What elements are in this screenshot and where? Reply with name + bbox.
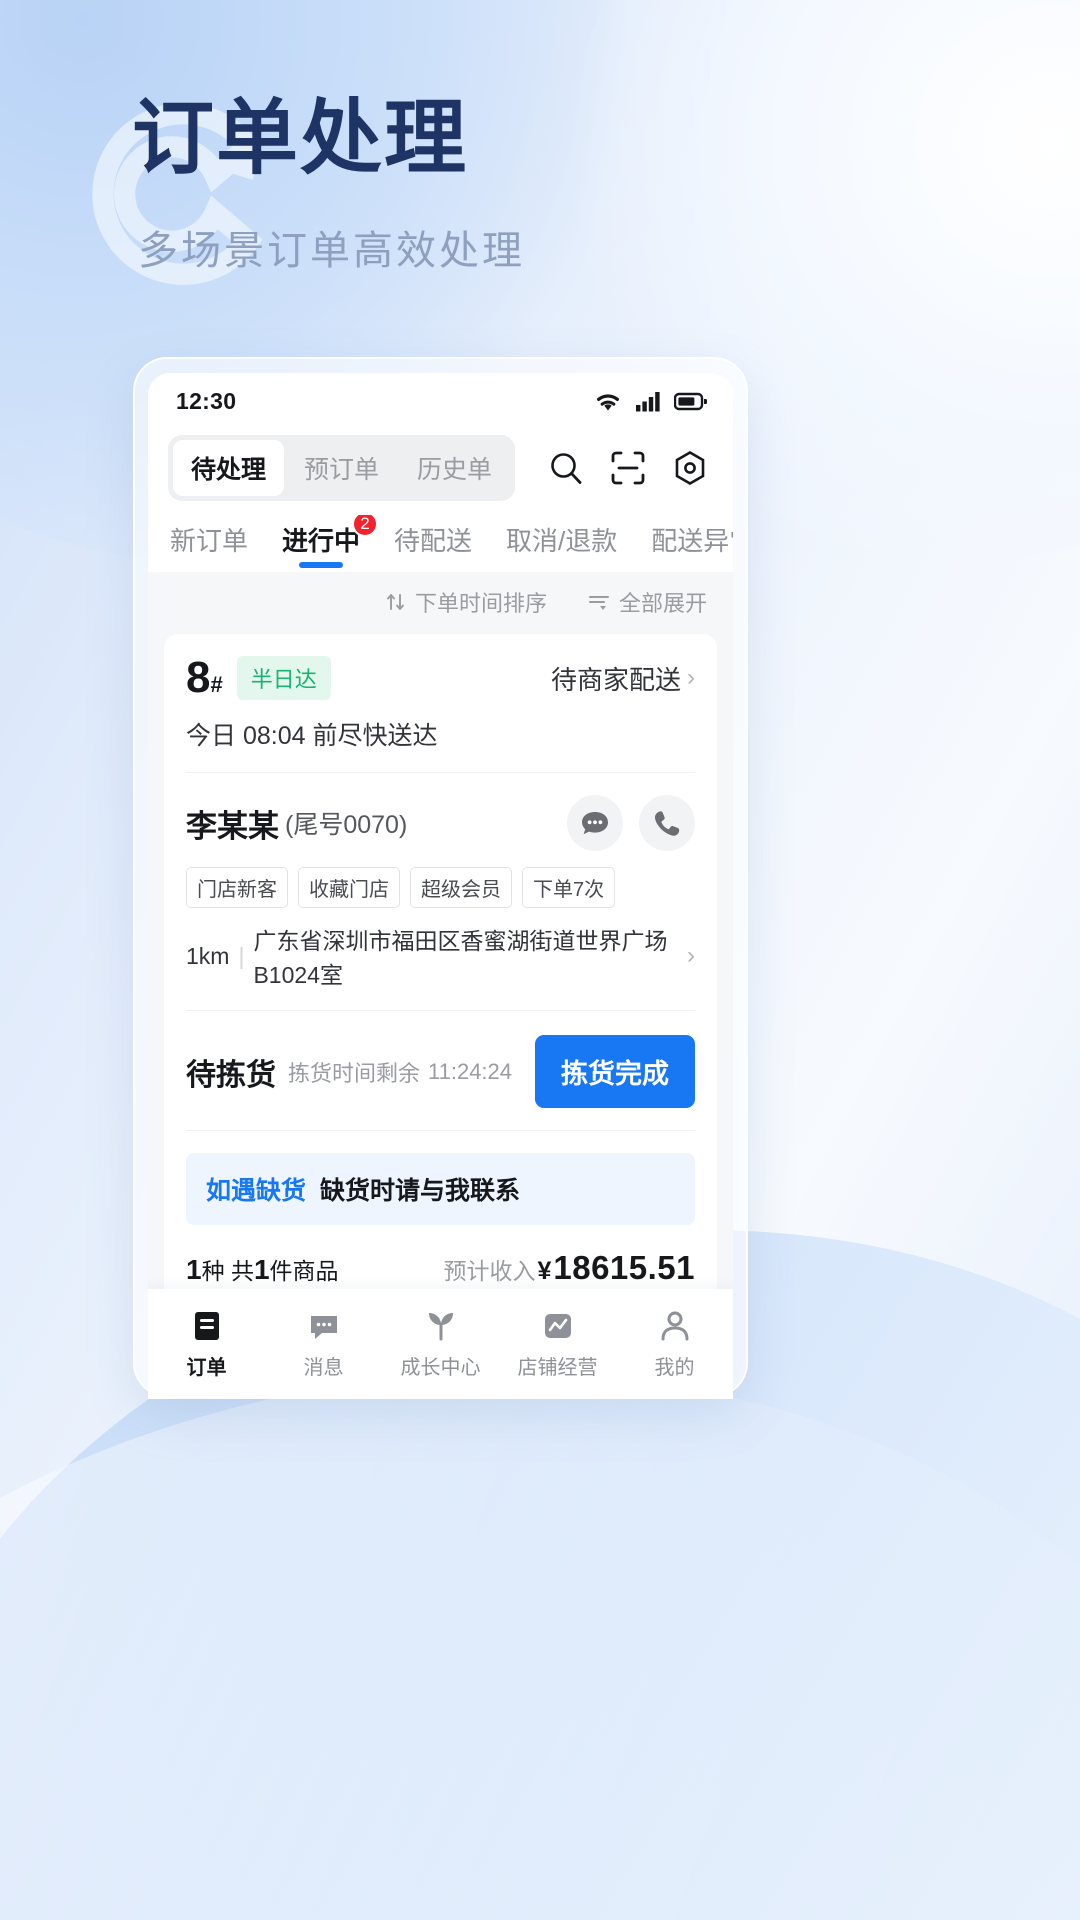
order-note-key: 如遇缺货	[206, 1177, 307, 1205]
segment-item-history[interactable]: 历史单	[399, 440, 510, 496]
customer-tag: 下单7次	[522, 867, 616, 908]
chat-bubble-icon	[582, 812, 608, 835]
sort-arrows-icon	[387, 594, 404, 610]
order-note-value: 缺货时请与我联系	[320, 1177, 521, 1205]
chat-button[interactable]	[567, 795, 623, 851]
order-status-label: 待商家配送	[550, 664, 681, 695]
chevron-right-icon: ›	[687, 664, 695, 691]
order-number: 8#	[186, 653, 223, 702]
tab-cancel-refund[interactable]: 取消/退款	[506, 521, 617, 572]
order-doc-icon	[190, 1309, 224, 1343]
currency-symbol: ¥	[537, 1257, 552, 1285]
customer-tag: 门店新客	[186, 867, 288, 908]
top-bar: 待处理 预订单 历史单	[148, 429, 733, 515]
phone-mockup-frame: 12:30 待处理 预订单 历史单 新订单 进行中 2 待配送 取消/退款 配送…	[133, 357, 748, 1399]
segment-item-pending[interactable]: 待处理	[173, 440, 285, 496]
signal-icon	[636, 391, 660, 411]
sort-label: 下单时间排序	[414, 591, 547, 616]
customer-name: 李某某	[186, 808, 279, 844]
order-status-link[interactable]: 待商家配送 ›	[551, 660, 695, 697]
order-eta: 今日 08:04 前尽快送达	[186, 722, 438, 750]
order-note: 如遇缺货 缺货时请与我联系	[186, 1153, 695, 1225]
battery-icon	[674, 392, 707, 410]
picking-countdown-label: 拣货时间剩余	[288, 1060, 421, 1086]
tab-underline	[299, 562, 344, 568]
order-scope-segmented-control[interactable]: 待处理 预订单 历史单	[168, 435, 516, 501]
order-number-suffix: #	[210, 672, 223, 697]
picking-status-row: 待拣货 拣货时间剩余 11:24:24 拣货完成	[186, 1011, 695, 1131]
message-icon	[307, 1309, 341, 1343]
page-title: 订单处理	[132, 93, 469, 184]
tab-badge-count: 2	[352, 515, 379, 537]
order-income: 预计收入 ¥ 18615.51	[443, 1249, 695, 1287]
customer-section: 李某某 (尾号0070) 门店新客 收藏门店 超级会员 下单7次 1km | 广…	[186, 773, 695, 1011]
picking-complete-button[interactable]: 拣货完成	[535, 1035, 695, 1108]
page-subtitle: 多场景订单高效处理	[138, 229, 525, 274]
delivery-address: 广东省深圳市福田区香蜜湖街道世界广场B1024室	[253, 928, 668, 988]
income-label: 预计收入	[443, 1258, 536, 1284]
nav-item-store-operations[interactable]: 店铺经营	[499, 1309, 616, 1380]
expand-all-label: 全部展开	[618, 591, 707, 616]
status-bar: 12:30	[148, 373, 733, 429]
phone-screen: 12:30 待处理 预订单 历史单 新订单 进行中 2 待配送 取消/退款 配送…	[148, 373, 733, 1399]
list-toolbar: 下单时间排序 全部展开	[148, 572, 733, 634]
wifi-icon	[597, 393, 619, 410]
bottom-navigation[interactable]: 订单 消息 成长中心 店铺经营 我的	[148, 1289, 733, 1399]
phone-icon	[654, 811, 680, 836]
tab-in-progress[interactable]: 进行中 2	[282, 515, 379, 572]
hero-section: 订单处理 多场景订单高效处理	[0, 0, 1080, 276]
tab-awaiting-delivery[interactable]: 待配送	[394, 521, 472, 572]
search-icon[interactable]	[547, 449, 585, 487]
delivery-type-badge: 半日达	[236, 656, 331, 700]
customer-phone-tail: (尾号0070)	[285, 811, 408, 839]
scan-icon[interactable]	[609, 449, 647, 487]
segment-item-preorder[interactable]: 预订单	[286, 440, 397, 496]
person-icon	[658, 1309, 692, 1343]
list-filter-icon	[588, 596, 609, 610]
analytics-icon	[541, 1309, 575, 1343]
picking-countdown-value: 11:24:24	[428, 1058, 513, 1084]
delivery-address-row[interactable]: 1km | 广东省深圳市福田区香蜜湖街道世界广场B1024室 ›	[186, 922, 695, 990]
customer-tag: 收藏门店	[298, 867, 400, 908]
status-clock: 12:30	[176, 387, 237, 414]
customer-tags: 门店新客 收藏门店 超级会员 下单7次	[186, 867, 695, 908]
chevron-right-icon: ›	[687, 942, 695, 969]
customer-tag: 超级会员	[410, 867, 512, 908]
sort-by-order-time-button[interactable]: 下单时间排序	[385, 586, 547, 618]
picking-status-title: 待拣货	[186, 1058, 276, 1092]
expand-all-button[interactable]: 全部展开	[587, 586, 707, 618]
tab-delivery-exception[interactable]: 配送异常	[651, 521, 733, 572]
income-amount: 18615.51	[553, 1249, 695, 1286]
nav-item-growth-center[interactable]: 成长中心	[382, 1309, 499, 1380]
order-status-tabs[interactable]: 新订单 进行中 2 待配送 取消/退款 配送异常 催	[148, 515, 733, 572]
delivery-distance: 1km	[186, 942, 230, 969]
call-button[interactable]	[639, 795, 695, 851]
tab-new-orders[interactable]: 新订单	[170, 521, 248, 572]
nav-item-profile[interactable]: 我的	[616, 1309, 733, 1380]
sprout-icon	[424, 1309, 458, 1343]
order-item-count: 1种 共1件商品	[186, 1254, 339, 1285]
order-card-header: 8# 半日达 待商家配送 › 今日 08:04 前尽快送达	[186, 634, 695, 773]
more-hexagon-icon[interactable]	[671, 449, 709, 487]
nav-item-messages[interactable]: 消息	[265, 1309, 382, 1380]
nav-item-orders[interactable]: 订单	[148, 1309, 265, 1380]
divider: |	[238, 942, 245, 969]
order-card[interactable]: 8# 半日达 待商家配送 › 今日 08:04 前尽快送达 李某某 (尾号007…	[164, 634, 717, 1389]
